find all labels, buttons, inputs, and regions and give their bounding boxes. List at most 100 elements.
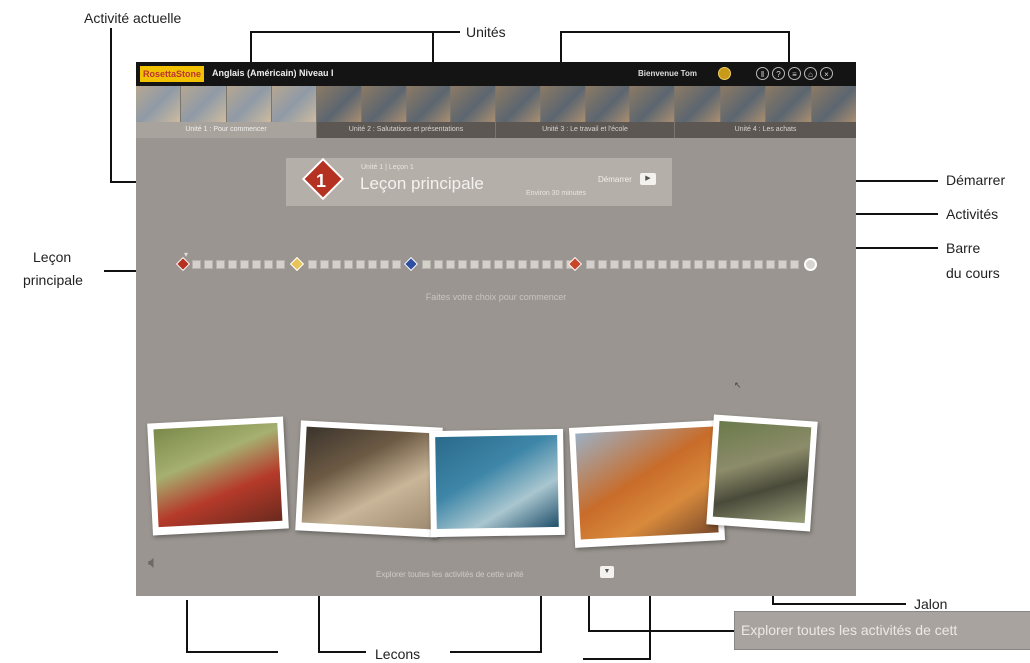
lesson-photo-1[interactable] [147, 416, 289, 536]
lesson-3-diamond[interactable] [403, 256, 419, 272]
explore-button[interactable]: ▼ [600, 566, 614, 578]
photo-fish-image [435, 434, 559, 530]
activity-square[interactable] [622, 260, 631, 269]
activity-square[interactable] [332, 260, 341, 269]
activity-square[interactable] [392, 260, 401, 269]
unit-tab-4[interactable]: Unité 4 : Les achats [675, 86, 856, 138]
unit-label: Unité 2 : Salutations et présentations [317, 122, 495, 138]
activity-square[interactable] [706, 260, 715, 269]
lesson-number: 1 [315, 171, 326, 191]
activity-square[interactable] [610, 260, 619, 269]
lesson-photo-2[interactable] [295, 420, 443, 538]
activity-square[interactable] [434, 260, 443, 269]
annotation-units: Unités [466, 24, 506, 40]
welcome-text: Bienvenue Tom [638, 69, 697, 78]
activity-square[interactable] [458, 260, 467, 269]
photo-friends-image [575, 426, 719, 540]
annotation-course-bar-line1: Barre [946, 240, 981, 256]
lesson-photo-4[interactable] [568, 420, 726, 548]
unit-tab-1[interactable]: Unité 1 : Pour commencer [136, 86, 316, 138]
activity-square[interactable] [216, 260, 225, 269]
activity-square[interactable] [542, 260, 551, 269]
activity-square[interactable] [754, 260, 763, 269]
activity-square[interactable] [730, 260, 739, 269]
close-icon[interactable]: × [820, 67, 833, 80]
pause-icon[interactable]: ‖ [756, 67, 769, 80]
activity-square[interactable] [240, 260, 249, 269]
activity-square[interactable] [422, 260, 431, 269]
activity-square[interactable] [368, 260, 377, 269]
activity-square[interactable] [228, 260, 237, 269]
coin-icon[interactable] [718, 67, 731, 80]
activity-square[interactable] [276, 260, 285, 269]
activity-square[interactable] [742, 260, 751, 269]
callout-line [186, 651, 278, 653]
callout-line [588, 630, 734, 632]
unit-label: Unité 4 : Les achats [675, 122, 856, 138]
annotation-activities: Activités [946, 206, 999, 222]
start-button[interactable]: ▶ [640, 173, 656, 185]
units-strip: Unité 1 : Pour commencer Unité 2 : Salut… [136, 86, 856, 138]
course-title: Anglais (Américain) Niveau I [212, 68, 334, 78]
activity-square[interactable] [598, 260, 607, 269]
activity-square[interactable] [778, 260, 787, 269]
activity-square[interactable] [554, 260, 563, 269]
activity-square[interactable] [682, 260, 691, 269]
activity-square[interactable] [790, 260, 799, 269]
unit-thumbnails [136, 86, 316, 122]
callout-line [560, 31, 790, 33]
home-icon[interactable]: ⌂ [804, 67, 817, 80]
activity-square[interactable] [192, 260, 201, 269]
lesson-2-diamond[interactable] [289, 256, 305, 272]
activity-square[interactable] [482, 260, 491, 269]
activity-square[interactable] [204, 260, 213, 269]
lesson-1-diamond[interactable] [175, 256, 191, 272]
activity-square[interactable] [264, 260, 273, 269]
activity-square[interactable] [766, 260, 775, 269]
activity-square[interactable] [380, 260, 389, 269]
unit-label: Unité 1 : Pour commencer [136, 122, 316, 138]
lesson-photo-3[interactable] [429, 428, 565, 538]
activity-square[interactable] [506, 260, 515, 269]
unit-tab-3[interactable]: Unité 3 : Le travail et l'école [496, 86, 674, 138]
speaker-icon[interactable]: 🔈︎ [148, 552, 159, 573]
activity-square[interactable] [494, 260, 503, 269]
activity-square[interactable] [320, 260, 329, 269]
activity-square[interactable] [646, 260, 655, 269]
activity-square[interactable] [694, 260, 703, 269]
start-label[interactable]: Démarrer [598, 175, 632, 184]
activity-square[interactable] [718, 260, 727, 269]
lesson-duration: Environ 30 minutes [526, 190, 586, 197]
callout-line [110, 28, 112, 183]
activity-square[interactable] [446, 260, 455, 269]
explore-text[interactable]: Explorer toutes les activités de cette u… [376, 570, 524, 579]
activity-square[interactable] [586, 260, 595, 269]
activity-square[interactable] [634, 260, 643, 269]
annotation-core-lesson-line1: Leçon [33, 249, 72, 265]
activity-square[interactable] [344, 260, 353, 269]
activity-square[interactable] [530, 260, 539, 269]
activity-square[interactable] [470, 260, 479, 269]
annotation-current-activity: Activité actuelle [84, 10, 182, 26]
annotation-core-lesson-line2: principale [23, 272, 83, 288]
callout-line [772, 603, 906, 605]
photo-family-image [301, 426, 437, 530]
unit-thumbnails [317, 86, 495, 122]
explore-zoom-text: Explorer toutes les activités de cett [741, 622, 958, 638]
unit-tab-2[interactable]: Unité 2 : Salutations et présentations [317, 86, 495, 138]
milestone-circle-icon[interactable] [804, 258, 817, 271]
help-icon[interactable]: ? [772, 67, 785, 80]
activity-square[interactable] [252, 260, 261, 269]
activity-square[interactable] [658, 260, 667, 269]
mouse-cursor-icon: ↖ [734, 380, 742, 390]
activity-square[interactable] [356, 260, 365, 269]
top-bar: RosettaStone Anglais (Américain) Niveau … [136, 62, 856, 86]
unit-label: Unité 3 : Le travail et l'école [496, 122, 674, 138]
callout-line [583, 658, 651, 660]
activity-square[interactable] [518, 260, 527, 269]
activity-square[interactable] [308, 260, 317, 269]
milestone-photo[interactable] [706, 414, 818, 532]
activity-square[interactable] [670, 260, 679, 269]
callout-line [450, 651, 542, 653]
settings-icon[interactable]: ≡ [788, 67, 801, 80]
